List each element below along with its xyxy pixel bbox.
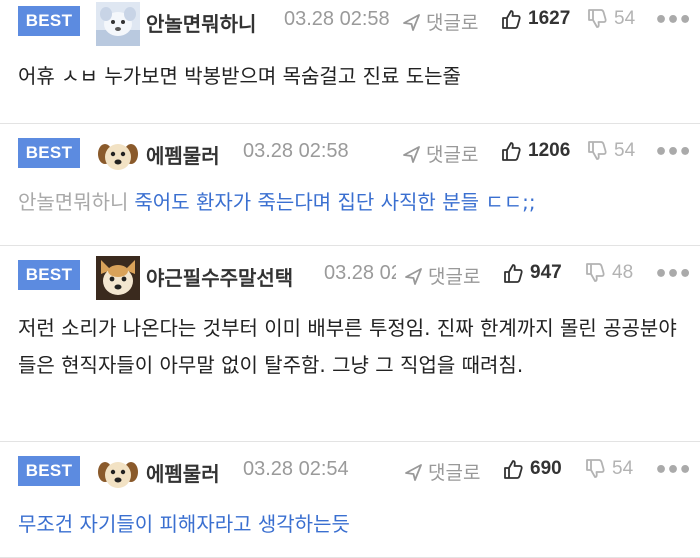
thumbs-up-icon <box>504 460 523 479</box>
send-arrow-icon <box>405 267 422 285</box>
puppy-avatar-icon <box>96 452 140 496</box>
best-badge: BEST <box>18 260 80 290</box>
reply-button[interactable]: 댓글로 <box>402 140 478 167</box>
dislike-button[interactable]: 48 <box>584 262 633 284</box>
thumbs-down-icon <box>586 459 605 478</box>
reply-button[interactable]: 댓글로 <box>404 262 480 289</box>
comment-meta: BEST 야근필수주말선택 03.28 02:58 댓글로 947 <box>0 254 700 300</box>
like-count: 1627 <box>528 8 571 29</box>
nickname[interactable]: 야근필수주말선택 <box>146 262 293 291</box>
dislike-count: 48 <box>612 262 634 283</box>
avatar-image-icon <box>96 2 140 46</box>
best-badge: BEST <box>18 6 80 36</box>
dislike-count: 54 <box>612 458 634 479</box>
comment-meta: BEST 안놀면뭐하니 03.28 02:58 댓글로 1627 54 ••• <box>0 0 700 46</box>
like-button[interactable]: 1206 <box>500 140 570 162</box>
nickname[interactable]: 에펨물러 <box>146 140 220 169</box>
more-dots-icon[interactable]: ••• <box>654 140 692 165</box>
thumbs-down-icon <box>588 141 607 160</box>
reply-button[interactable]: 댓글로 <box>404 458 480 485</box>
reply-label: 댓글로 <box>426 144 479 166</box>
thumbs-up-icon <box>502 142 521 161</box>
mention-nickname[interactable]: 안놀면뭐하니 <box>18 190 128 214</box>
comment-text: 어휴 ㅅㅂ 누가보면 박봉받으며 목숨걸고 진료 도는줄 <box>18 64 461 88</box>
avatar[interactable] <box>96 2 140 46</box>
comment-text: 죽어도 환자가 죽는다며 집단 사직한 분들 ㄷㄷ;; <box>134 190 536 214</box>
dog-avatar-icon <box>96 256 140 300</box>
comment-meta: BEST 에펨물러 03.28 02:58 댓글로 1206 54 ••• <box>0 132 700 178</box>
avatar[interactable] <box>96 134 140 178</box>
timestamp: 03.28 02:58 <box>324 262 396 284</box>
dislike-button[interactable]: 54 <box>586 8 635 30</box>
send-arrow-icon <box>403 145 420 163</box>
comment-item: BEST 에펨물러 03.28 02:54 댓글로 690 54 ••• 무조건… <box>0 442 700 558</box>
send-arrow-icon <box>405 463 422 481</box>
like-count: 947 <box>530 262 562 283</box>
like-count: 690 <box>530 458 562 479</box>
more-dots-icon[interactable]: ••• <box>654 458 692 483</box>
thumbs-up-icon <box>504 264 523 283</box>
avatar[interactable] <box>96 256 140 300</box>
comment-text: 무조건 자기들이 피해자라고 생각하는듯 <box>18 512 350 536</box>
comment-item: BEST 안놀면뭐하니 03.28 02:58 댓글로 1627 54 ••• … <box>0 0 700 124</box>
dislike-button[interactable]: 54 <box>584 458 633 480</box>
comment-body: 저런 소리가 나온다는 것부터 이미 배부른 투정임. 진짜 한계까지 몰린 공… <box>0 298 700 384</box>
like-button[interactable]: 690 <box>502 458 562 480</box>
best-badge: BEST <box>18 138 80 168</box>
like-button[interactable]: 947 <box>502 262 562 284</box>
reply-label: 댓글로 <box>426 12 479 34</box>
more-dots-icon[interactable]: ••• <box>654 262 692 287</box>
reply-button[interactable]: 댓글로 <box>402 8 478 35</box>
comment-item: BEST 에펨물러 03.28 02:58 댓글로 1206 54 ••• 안놀… <box>0 124 700 246</box>
best-badge: BEST <box>18 456 80 486</box>
reply-label: 댓글로 <box>428 266 481 288</box>
comment-body: 어휴 ㅅㅂ 누가보면 박봉받으며 목숨걸고 진료 도는줄 <box>0 44 700 95</box>
timestamp: 03.28 02:54 <box>243 458 349 480</box>
comment-text: 저런 소리가 나온다는 것부터 이미 배부른 투정임. 진짜 한계까지 몰린 공… <box>18 316 677 377</box>
comment-body: 안놀면뭐하니 죽어도 환자가 죽는다며 집단 사직한 분들 ㄷㄷ;; <box>0 176 700 221</box>
timestamp: 03.28 02:58 <box>284 8 390 30</box>
like-button[interactable]: 1627 <box>500 8 570 30</box>
dislike-count: 54 <box>614 140 636 161</box>
puppy-avatar-icon <box>96 134 140 178</box>
thumbs-down-icon <box>588 9 607 28</box>
reply-label: 댓글로 <box>428 462 481 484</box>
thumbs-down-icon <box>586 263 605 282</box>
avatar[interactable] <box>96 452 140 496</box>
nickname[interactable]: 에펨물러 <box>146 458 220 487</box>
dislike-button[interactable]: 54 <box>586 140 635 162</box>
dislike-count: 54 <box>614 8 636 29</box>
like-count: 1206 <box>528 140 571 161</box>
comment-item: BEST 야근필수주말선택 03.28 02:58 댓글로 947 <box>0 246 700 442</box>
more-dots-icon[interactable]: ••• <box>654 8 692 33</box>
comment-meta: BEST 에펨물러 03.28 02:54 댓글로 690 54 ••• <box>0 450 700 496</box>
send-arrow-icon <box>403 13 420 31</box>
thumbs-up-icon <box>502 10 521 29</box>
timestamp: 03.28 02:58 <box>243 140 349 162</box>
comment-body: 무조건 자기들이 피해자라고 생각하는듯 <box>0 494 700 543</box>
nickname[interactable]: 안놀면뭐하니 <box>146 8 256 37</box>
